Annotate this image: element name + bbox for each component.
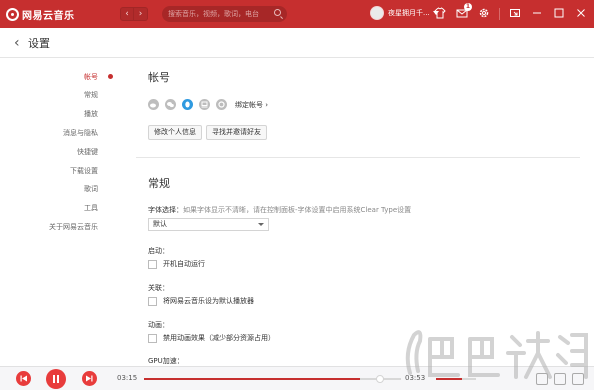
bind-account-label[interactable]: 绑定帐号	[235, 101, 263, 109]
settings-icon[interactable]	[477, 7, 491, 21]
sidebar-item-privacy[interactable]: 消息与隐私	[63, 128, 98, 138]
search-input[interactable]	[168, 10, 268, 18]
font-hint: 如果字体显示不清晰，请在控制面板-字体设置中启用系统Clear Type设置	[183, 206, 412, 214]
association-checkbox[interactable]	[148, 296, 157, 306]
pause-button[interactable]	[46, 369, 66, 389]
settings-header: ‹ 设置	[0, 28, 594, 58]
sidebar-item-general[interactable]: 常规	[84, 90, 98, 100]
edit-profile-button[interactable]: 修改个人信息	[148, 125, 202, 140]
animation-option-label[interactable]: 禁用动画效果（减少部分资源占用）	[163, 333, 275, 343]
pause-icon	[53, 375, 59, 383]
sidebar-item-about[interactable]: 关于网易云音乐	[49, 222, 98, 232]
window-controls: 1	[425, 3, 588, 21]
association-option[interactable]: 将网易云音乐设为默认播放器	[148, 296, 254, 306]
skin-icon[interactable]	[433, 7, 447, 21]
association-option-label[interactable]: 将网易云音乐设为默认播放器	[163, 296, 254, 306]
app-name: 网易云音乐	[22, 10, 75, 22]
general-section-title: 常规	[148, 177, 170, 190]
animation-checkbox[interactable]	[148, 333, 157, 343]
progress-fill	[144, 378, 360, 380]
previous-icon	[20, 375, 27, 382]
app-logo[interactable]: 网易云音乐	[6, 7, 106, 22]
netease-icon[interactable]	[216, 99, 227, 110]
close-icon[interactable]	[574, 7, 588, 21]
font-select-value: 默认	[153, 220, 167, 228]
sidebar-item-lyrics[interactable]: 歌词	[84, 184, 98, 194]
page-title: 设置	[28, 36, 50, 50]
sidebar-item-playback[interactable]: 播放	[84, 109, 98, 119]
font-select[interactable]: 默认	[148, 218, 269, 231]
history-nav: ‹ ›	[120, 7, 148, 21]
sidebar-item-download[interactable]: 下载设置	[70, 166, 98, 176]
startup-checkbox[interactable]	[148, 259, 157, 269]
forward-button[interactable]: ›	[134, 7, 148, 21]
section-divider	[136, 157, 580, 158]
font-setting-label: 字体选择：如果字体显示不清晰，请在控制面板-字体设置中启用系统Clear Typ…	[148, 205, 411, 215]
current-time: 03:15	[117, 374, 138, 382]
search-box[interactable]	[162, 6, 287, 22]
chevron-down-icon[interactable]	[258, 223, 264, 226]
divider	[499, 8, 500, 20]
weibo-icon[interactable]	[148, 99, 159, 110]
next-icon	[86, 375, 93, 382]
minimize-icon[interactable]	[530, 7, 544, 21]
back-button[interactable]: ‹	[120, 7, 134, 21]
chevron-right-icon[interactable]: ›	[265, 101, 268, 109]
font-label: 字体选择：	[148, 206, 183, 214]
next-track-button[interactable]	[82, 371, 97, 386]
search-icon[interactable]	[274, 9, 281, 16]
message-count-badge: 1	[464, 3, 472, 11]
wechat-icon[interactable]	[165, 99, 176, 110]
bind-account-link[interactable]: 绑定帐号 ›	[235, 100, 268, 110]
watermark-logo	[405, 330, 588, 379]
netease-music-logo-icon	[6, 7, 19, 21]
startup-option-label[interactable]: 开机自动运行	[163, 259, 205, 269]
startup-option[interactable]: 开机自动运行	[148, 259, 205, 269]
qq-icon[interactable]	[182, 99, 193, 110]
progress-handle[interactable]	[376, 375, 384, 383]
animation-option[interactable]: 禁用动画效果（减少部分资源占用）	[148, 333, 275, 343]
maximize-icon[interactable]	[552, 7, 566, 21]
find-friends-button[interactable]: 寻找并邀请好友	[206, 125, 267, 140]
animation-label: 动画：	[148, 321, 169, 329]
account-section-title: 帐号	[148, 71, 170, 84]
progress-bar[interactable]	[144, 378, 401, 380]
active-indicator	[108, 74, 113, 79]
sidebar-item-account[interactable]: 帐号	[84, 72, 98, 82]
startup-label: 启动：	[148, 247, 169, 255]
username[interactable]: 夜星拥月千...	[388, 8, 430, 18]
association-label: 关联：	[148, 284, 169, 292]
gpu-label: GPU加速：	[148, 357, 184, 365]
social-bind-row: 绑定帐号 ›	[148, 99, 268, 110]
mini-mode-icon[interactable]	[508, 7, 522, 21]
title-bar: 网易云音乐 ‹ › 夜星拥月千... 1	[0, 0, 594, 28]
avatar[interactable]	[370, 6, 384, 20]
sidebar-item-shortcuts[interactable]: 快捷键	[77, 147, 98, 157]
back-icon[interactable]: ‹	[14, 35, 24, 51]
douban-icon[interactable]	[199, 99, 210, 110]
previous-track-button[interactable]	[16, 371, 31, 386]
mail-icon[interactable]: 1	[455, 3, 472, 21]
sidebar-item-tools[interactable]: 工具	[84, 203, 98, 213]
